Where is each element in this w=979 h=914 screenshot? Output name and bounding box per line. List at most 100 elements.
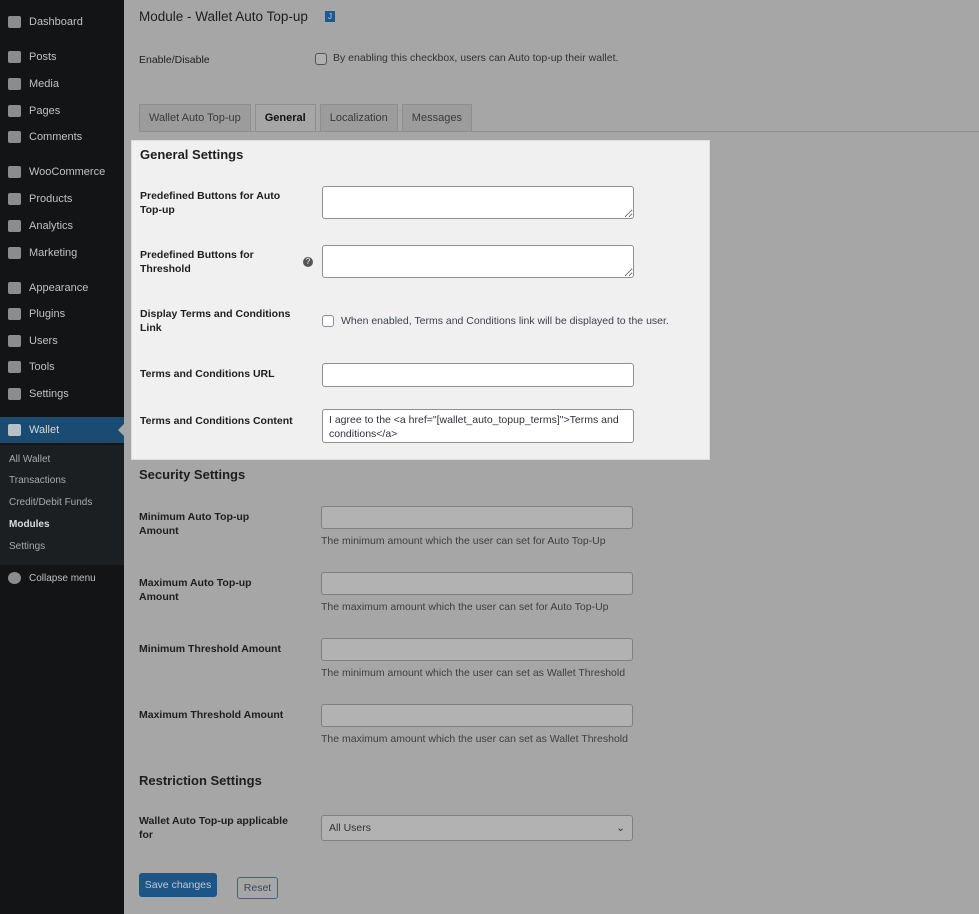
megaphone-icon bbox=[8, 247, 21, 259]
tab-localization[interactable]: Localization bbox=[319, 104, 398, 131]
terms-link-label: Display Terms and Conditions Link bbox=[140, 308, 291, 334]
tabs: Wallet Auto Top-up General Localization … bbox=[139, 104, 472, 132]
applicable-for-label: Wallet Auto Top-up applicable for bbox=[139, 815, 288, 841]
wallet-icon bbox=[8, 424, 21, 436]
settings-icon bbox=[8, 388, 21, 400]
sidebar-item-marketing[interactable]: Marketing bbox=[0, 241, 124, 265]
terms-content-textarea[interactable]: I agree to the <a href="[wallet_auto_top… bbox=[322, 409, 634, 443]
sidebar-item-wallet[interactable]: Wallet bbox=[0, 417, 124, 443]
select-value: All Users bbox=[329, 822, 372, 834]
auto-topup-buttons-input[interactable] bbox=[322, 186, 634, 219]
help-icon[interactable]: ? bbox=[303, 257, 313, 267]
wrench-icon bbox=[8, 361, 21, 373]
sidebar-label: Dashboard bbox=[29, 16, 83, 28]
min-topup-label: Minimum Auto Top-up Amount bbox=[139, 511, 250, 537]
enable-checkbox[interactable] bbox=[315, 53, 327, 65]
collapse-menu[interactable]: Collapse menu bbox=[0, 566, 124, 590]
plugin-icon bbox=[8, 308, 21, 320]
sidebar-item-tools[interactable]: Tools bbox=[0, 355, 124, 379]
sidebar-label: Marketing bbox=[29, 247, 78, 259]
sidebar-item-plugins[interactable]: Plugins bbox=[0, 302, 124, 326]
sidebar-label: Appearance bbox=[29, 282, 89, 294]
media-icon bbox=[8, 78, 21, 90]
security-title: Security Settings bbox=[139, 467, 246, 482]
tab-wallet-auto-topup[interactable]: Wallet Auto Top-up bbox=[139, 104, 251, 131]
min-threshold-desc: The minimum amount which the user can se… bbox=[321, 667, 626, 679]
max-topup-desc: The maximum amount which the user can se… bbox=[321, 601, 609, 613]
dashboard-icon bbox=[8, 16, 21, 28]
general-settings-panel: General Settings Predefined Buttons for … bbox=[131, 140, 710, 460]
admin-sidebar: Dashboard Posts Media Pages Comments Woo… bbox=[0, 0, 124, 914]
sidebar-item-posts[interactable]: Posts bbox=[0, 45, 124, 69]
sidebar-item-pages[interactable]: Pages bbox=[0, 99, 124, 123]
section-title: General Settings bbox=[140, 147, 244, 162]
submenu-all-wallet[interactable]: All Wallet bbox=[9, 454, 50, 465]
brush-icon bbox=[8, 282, 21, 294]
sidebar-item-appearance[interactable]: Appearance bbox=[0, 276, 124, 300]
applicable-for-select[interactable]: All Users ⌄ bbox=[321, 815, 633, 841]
page-title: Module - Wallet Auto Top-up bbox=[139, 9, 308, 24]
min-threshold-label: Minimum Threshold Amount bbox=[139, 643, 281, 655]
collapse-icon bbox=[8, 572, 21, 584]
submenu-modules[interactable]: Modules bbox=[9, 519, 50, 530]
tab-general[interactable]: General bbox=[254, 104, 316, 132]
max-threshold-desc: The maximum amount which the user can se… bbox=[321, 733, 628, 745]
sidebar-label: Users bbox=[29, 335, 58, 347]
sidebar-item-media[interactable]: Media bbox=[0, 72, 124, 96]
sidebar-item-comments[interactable]: Comments bbox=[0, 125, 124, 149]
min-threshold-input[interactable] bbox=[321, 638, 633, 661]
restriction-title: Restriction Settings bbox=[139, 773, 262, 788]
enable-text: By enabling this checkbox, users can Aut… bbox=[333, 52, 619, 64]
sidebar-item-analytics[interactable]: Analytics bbox=[0, 214, 124, 238]
terms-link-checkbox[interactable] bbox=[322, 315, 334, 327]
chart-icon bbox=[8, 220, 21, 232]
pages-icon bbox=[8, 105, 21, 117]
threshold-buttons-input[interactable] bbox=[322, 245, 634, 278]
sidebar-item-users[interactable]: Users bbox=[0, 329, 124, 353]
sidebar-item-dashboard[interactable]: Dashboard bbox=[0, 10, 124, 34]
max-threshold-input[interactable] bbox=[321, 704, 633, 727]
submenu-credit-debit[interactable]: Credit/Debit Funds bbox=[9, 497, 92, 508]
sidebar-label: Comments bbox=[29, 131, 83, 143]
sidebar-label: Plugins bbox=[29, 308, 66, 320]
min-topup-desc: The minimum amount which the user can se… bbox=[321, 535, 606, 547]
submenu-transactions[interactable]: Transactions bbox=[9, 475, 66, 486]
badge: J bbox=[325, 11, 335, 22]
auto-topup-buttons-label: Predefined Buttons for Auto Top-up bbox=[140, 190, 281, 216]
sidebar-item-woocommerce[interactable]: WooCommerce bbox=[0, 160, 124, 184]
sidebar-item-products[interactable]: Products bbox=[0, 187, 124, 211]
min-topup-input[interactable] bbox=[321, 506, 633, 529]
wallet-submenu: All Wallet Transactions Credit/Debit Fun… bbox=[0, 445, 124, 565]
comment-icon bbox=[8, 131, 21, 143]
sidebar-label: Collapse menu bbox=[29, 572, 96, 584]
sidebar-label: Analytics bbox=[29, 220, 74, 232]
sidebar-item-settings[interactable]: Settings bbox=[0, 382, 124, 406]
reset-button[interactable]: Reset bbox=[237, 877, 278, 899]
sidebar-label: Products bbox=[29, 193, 73, 205]
main-content: Module - Wallet Auto Top-up J Enable/Dis… bbox=[124, 0, 979, 914]
tab-divider bbox=[139, 131, 979, 132]
tab-messages[interactable]: Messages bbox=[401, 104, 472, 131]
sidebar-label: Tools bbox=[29, 361, 55, 373]
enable-label: Enable/Disable bbox=[139, 54, 210, 66]
max-threshold-label: Maximum Threshold Amount bbox=[139, 709, 284, 721]
terms-link-text: When enabled, Terms and Conditions link … bbox=[341, 315, 669, 327]
submenu-settings[interactable]: Settings bbox=[9, 541, 45, 552]
sidebar-label: WooCommerce bbox=[29, 166, 106, 178]
max-topup-label: Maximum Auto Top-up Amount bbox=[139, 577, 252, 603]
pin-icon bbox=[8, 51, 21, 63]
terms-url-label: Terms and Conditions URL bbox=[140, 368, 275, 380]
threshold-buttons-label: Predefined Buttons for Threshold bbox=[140, 249, 254, 275]
sidebar-label: Wallet bbox=[29, 424, 60, 436]
sidebar-label: Posts bbox=[29, 51, 57, 63]
sidebar-label: Media bbox=[29, 78, 59, 90]
woo-icon bbox=[8, 166, 21, 178]
sidebar-label: Pages bbox=[29, 105, 61, 117]
max-topup-input[interactable] bbox=[321, 572, 633, 595]
sidebar-label: Settings bbox=[29, 388, 69, 400]
products-icon bbox=[8, 193, 21, 205]
save-changes-button[interactable]: Save changes bbox=[139, 873, 217, 897]
terms-url-input[interactable] bbox=[322, 363, 634, 387]
chevron-down-icon: ⌄ bbox=[616, 822, 625, 834]
terms-content-label: Terms and Conditions Content bbox=[140, 415, 293, 427]
